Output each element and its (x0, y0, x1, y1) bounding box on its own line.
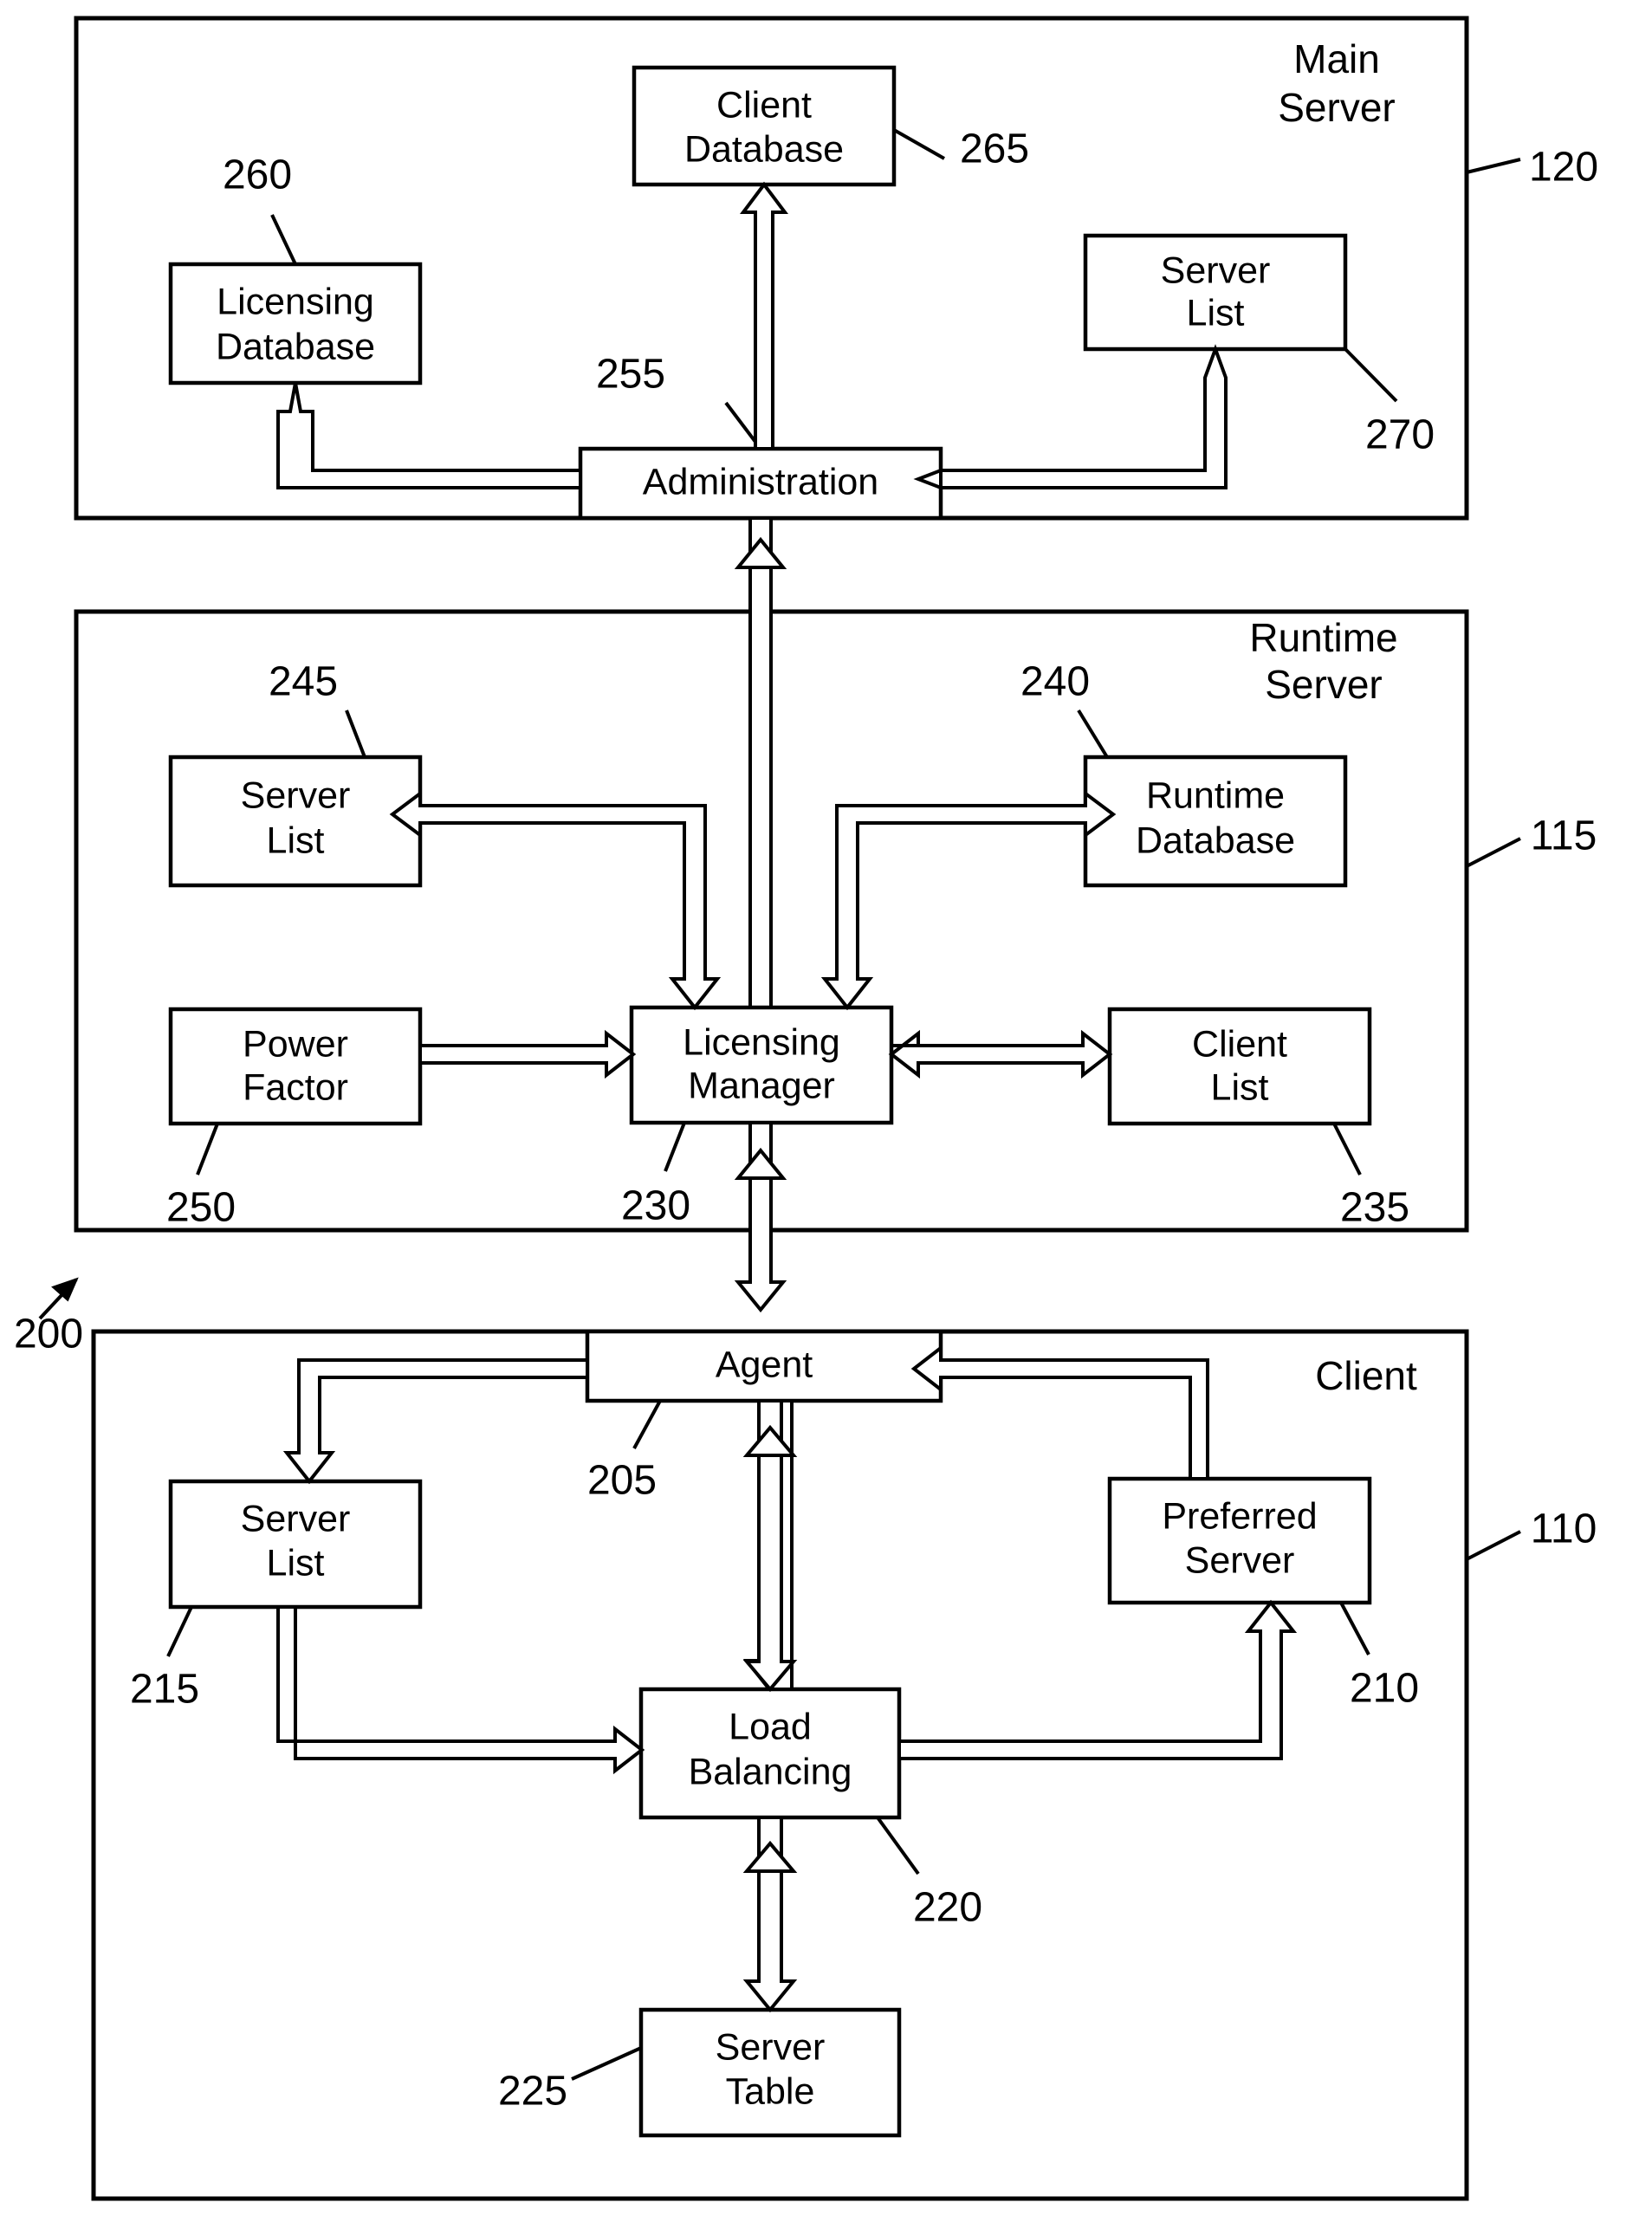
node-client-list-line1: Client (1192, 1023, 1287, 1065)
reference-number-210: 210 (1350, 1666, 1419, 1712)
arrow-load-balancing-to-preferred-server (897, 1599, 1298, 1760)
node-runtime-database-line1: Runtime (1146, 774, 1285, 816)
node-client-database-line2: Database (684, 128, 844, 170)
region-label-runtime-server-line1: Runtime (1249, 615, 1397, 660)
reference-number-230: 230 (621, 1183, 690, 1229)
node-server-list-main-line2: List (1187, 292, 1245, 334)
node-load-balancing-line1: Load (729, 1706, 812, 1747)
node-server-table-line1: Server (716, 2026, 826, 2068)
leader-line-215 (166, 1606, 193, 1657)
node-server-table-line2: Table (726, 2070, 815, 2112)
reference-number-260: 260 (223, 152, 292, 198)
reference-number-240: 240 (1020, 659, 1090, 705)
arrow-administration-licensing-manager (734, 516, 787, 1047)
leader-line-240 (1077, 709, 1109, 759)
reference-number-200: 200 (14, 1312, 83, 1357)
reference-number-255: 255 (596, 352, 665, 398)
node-licensing-manager-line2: Manager (688, 1065, 835, 1106)
node-server-list-runtime-line2: List (267, 820, 325, 861)
arrow-administration-to-client-database (740, 181, 788, 450)
leader-line-220 (876, 1816, 920, 1875)
reference-number-250: 250 (166, 1185, 236, 1231)
reference-number-205: 205 (587, 1458, 657, 1504)
arrowhead-200 (51, 1277, 79, 1302)
reference-number-120: 120 (1529, 145, 1598, 191)
arrow-licensing-manager-to-client-list (888, 1029, 1113, 1079)
node-client-database-line1: Client (716, 84, 812, 126)
arrow-licensing-manager-to-server-list-runtime (389, 790, 722, 1011)
node-power-factor-line2: Factor (243, 1066, 348, 1108)
leader-line-270 (1344, 347, 1398, 403)
leader-line-235 (1332, 1123, 1362, 1176)
arrow-power-factor-to-licensing-manager (418, 1029, 637, 1079)
reference-number-245: 245 (269, 659, 338, 705)
arrowhead-into-licensing-manager (734, 1147, 787, 1180)
node-administration-line1: Administration (643, 461, 878, 502)
node-preferred-server-line1: Preferred (1162, 1495, 1317, 1537)
leader-line-250 (196, 1123, 219, 1176)
leader-line-260 (270, 214, 297, 265)
node-preferred-server-line2: Server (1185, 1539, 1295, 1581)
region-label-client: Client (1315, 1353, 1417, 1398)
reference-number-110: 110 (1531, 1506, 1597, 1552)
arrowhead-into-administration (734, 536, 787, 569)
leader-line-230 (664, 1122, 686, 1172)
arrow-licensing-manager-to-runtime-database (820, 790, 1117, 1011)
region-label-runtime-server-line2: Server (1265, 662, 1382, 707)
node-licensing-database-line1: Licensing (217, 281, 374, 322)
region-label-main-server-line2: Server (1278, 85, 1395, 130)
arrow-server-list-client-to-load-balancing (276, 1605, 645, 1775)
reference-number-235: 235 (1340, 1185, 1409, 1231)
reference-number-265: 265 (960, 126, 1029, 172)
node-server-list-client-line2: List (267, 1542, 325, 1584)
reference-number-270: 270 (1365, 412, 1435, 458)
leader-line-205 (632, 1400, 662, 1449)
reference-number-220: 220 (913, 1885, 982, 1931)
node-client-list-line2: List (1211, 1066, 1269, 1108)
node-load-balancing-line2: Balancing (689, 1751, 852, 1792)
block-diagram-canvas: Main Server 120 Client Database 265 Lice… (14, 16, 1598, 2201)
node-runtime-database-line2: Database (1136, 820, 1295, 861)
arrow-server-list-to-administration (913, 344, 1228, 490)
reference-number-225: 225 (498, 2069, 567, 2115)
leader-line-115 (1466, 837, 1521, 868)
node-agent-line1: Agent (716, 1344, 813, 1385)
leader-line-110 (1466, 1530, 1521, 1561)
arrow-preferred-server-to-agent (910, 1344, 1209, 1480)
node-server-list-runtime-line1: Server (241, 774, 351, 816)
node-server-list-client-line1: Server (241, 1498, 351, 1539)
node-licensing-database-line2: Database (216, 326, 375, 367)
node-power-factor-line1: Power (243, 1023, 348, 1065)
leader-line-245 (345, 709, 366, 758)
reference-number-115: 115 (1531, 813, 1597, 859)
leader-line-210 (1339, 1602, 1370, 1655)
node-licensing-manager-line1: Licensing (683, 1021, 840, 1063)
leader-line-120 (1466, 158, 1521, 174)
reference-number-215: 215 (130, 1667, 199, 1713)
leader-line-225 (571, 2046, 642, 2081)
arrowhead-into-load-balancing (742, 1840, 798, 1873)
node-server-list-main-line1: Server (1161, 249, 1271, 291)
patent-figure: Main Server 120 Client Database 265 Lice… (0, 0, 1652, 2235)
arrow-agent-to-server-list-client (282, 1358, 589, 1485)
leader-line-265 (893, 128, 945, 160)
arrow-administration-to-licensing-database (276, 382, 582, 489)
region-label-main-server-line1: Main (1293, 36, 1380, 81)
